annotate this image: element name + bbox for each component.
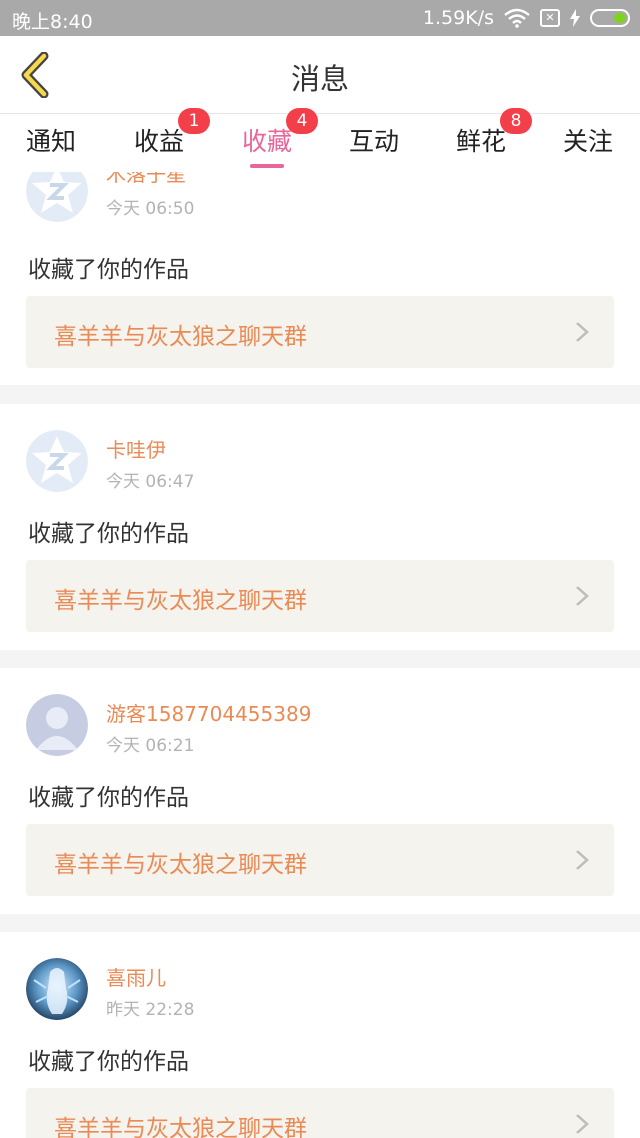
list-item: 木落子星 今天 06:50 收藏了你的作品 喜羊羊与灰太狼之聊天群 — [0, 172, 640, 385]
list-item: 游客1587704455389 今天 06:21 收藏了你的作品 喜羊羊与灰太狼… — [0, 668, 640, 914]
tab-label: 关注 — [562, 127, 613, 156]
tab-earnings[interactable]: 收益 1 — [104, 108, 214, 158]
tab-follow[interactable]: 关注 — [533, 122, 640, 158]
chevron-right-icon — [576, 586, 589, 606]
qzone-default-icon[interactable] — [26, 430, 88, 492]
user-name[interactable]: 卡哇伊 — [106, 434, 166, 463]
list-item: 卡哇伊 今天 06:47 收藏了你的作品 喜羊羊与灰太狼之聊天群 — [0, 404, 640, 650]
wifi-icon — [504, 8, 530, 28]
work-title: 喜羊羊与灰太狼之聊天群 — [54, 1116, 307, 1138]
page-title: 消息 — [290, 62, 349, 96]
timestamp: 今天 06:21 — [106, 736, 195, 756]
tab-interaction[interactable]: 互动 — [319, 122, 429, 158]
action-text: 收藏了你的作品 — [28, 521, 189, 547]
user-name[interactable]: 游客1587704455389 — [106, 698, 311, 727]
unread-badge: 1 — [178, 108, 210, 134]
work-link[interactable]: 喜羊羊与灰太狼之聊天群 — [26, 560, 614, 632]
message-list[interactable]: 木落子星 今天 06:50 收藏了你的作品 喜羊羊与灰太狼之聊天群 卡哇伊 今天… — [0, 172, 640, 1138]
active-tab-indicator — [250, 164, 284, 168]
chevron-right-icon — [576, 1114, 589, 1134]
tab-label: 收益 — [133, 127, 184, 156]
work-title: 喜羊羊与灰太狼之聊天群 — [54, 852, 307, 878]
battery-icon — [590, 9, 630, 27]
work-title: 喜羊羊与灰太狼之聊天群 — [54, 588, 307, 614]
work-title: 喜羊羊与灰太狼之聊天群 — [54, 324, 307, 350]
tab-label: 收藏 — [241, 127, 292, 156]
timestamp: 今天 06:47 — [106, 472, 195, 492]
chevron-right-icon — [576, 322, 589, 342]
chevron-right-icon — [576, 850, 589, 870]
timestamp: 今天 06:50 — [106, 199, 195, 219]
tab-bar: 通知 收益 1 收藏 4 互动 鲜花 8 关注 — [0, 108, 640, 172]
action-text: 收藏了你的作品 — [28, 785, 189, 811]
qzone-default-icon[interactable] — [26, 172, 88, 222]
action-text: 收藏了你的作品 — [28, 257, 189, 283]
network-speed: 1.59K/s — [422, 7, 494, 29]
unread-badge: 8 — [500, 108, 532, 134]
user-name[interactable]: 喜雨儿 — [106, 962, 166, 991]
tab-flowers[interactable]: 鲜花 8 — [426, 108, 536, 158]
charging-icon — [570, 9, 580, 27]
app-header: 消息 — [0, 36, 640, 114]
anime-avatar[interactable] — [26, 958, 88, 1020]
tab-label: 互动 — [348, 127, 399, 156]
action-text: 收藏了你的作品 — [28, 1049, 189, 1075]
tab-notice[interactable]: 通知 — [0, 122, 106, 158]
user-name[interactable]: 木落子星 — [106, 172, 186, 187]
tab-favorites[interactable]: 收藏 4 — [212, 108, 322, 158]
status-bar: 晚上8:40 1.59K/s ✕ — [0, 0, 640, 36]
work-link[interactable]: 喜羊羊与灰太狼之聊天群 — [26, 296, 614, 368]
tab-label: 鲜花 — [455, 127, 506, 156]
list-item: 喜雨儿 昨天 22:28 收藏了你的作品 喜羊羊与灰太狼之聊天群 — [0, 932, 640, 1138]
work-link[interactable]: 喜羊羊与灰太狼之聊天群 — [26, 1088, 614, 1138]
tab-label: 通知 — [25, 127, 76, 156]
work-link[interactable]: 喜羊羊与灰太狼之聊天群 — [26, 824, 614, 896]
sim-off-icon: ✕ — [540, 9, 560, 27]
status-time: 晚上8:40 — [12, 11, 93, 33]
timestamp: 昨天 22:28 — [106, 1000, 195, 1020]
guest-avatar-icon[interactable] — [26, 694, 88, 756]
unread-badge: 4 — [286, 108, 318, 134]
